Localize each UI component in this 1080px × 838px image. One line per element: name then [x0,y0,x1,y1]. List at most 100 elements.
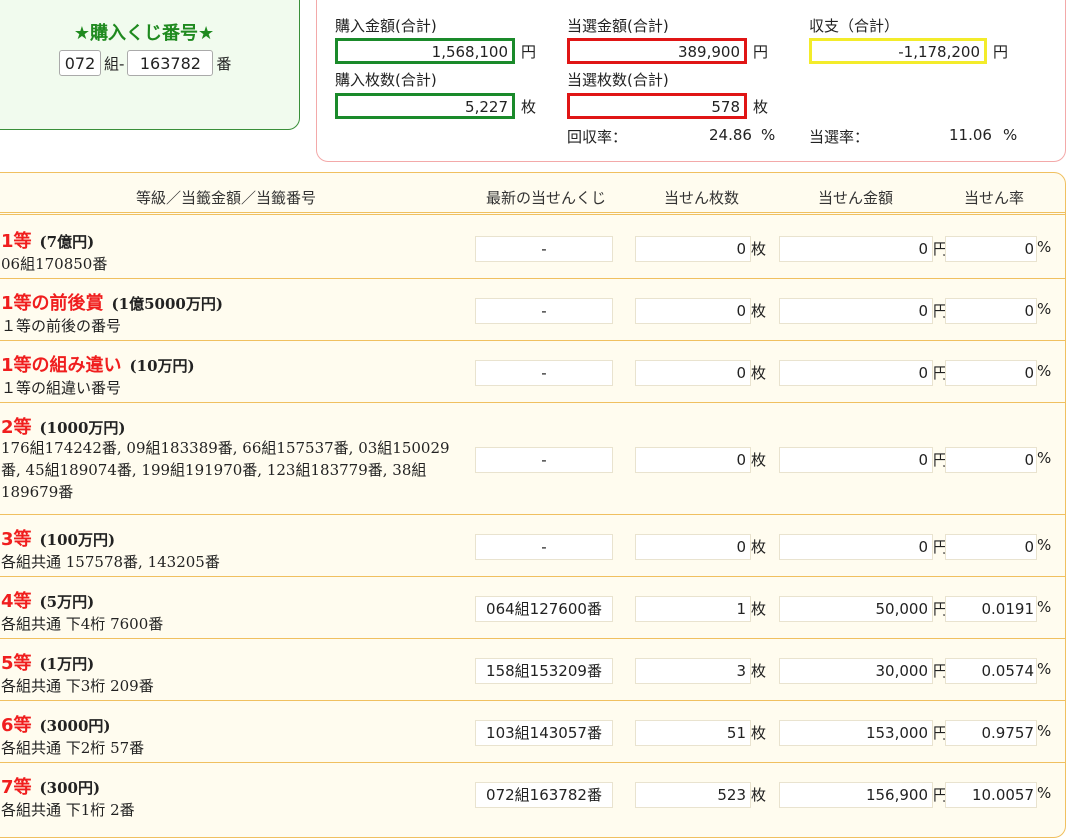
number-suffix: 番 [216,54,232,73]
purchase-count-label: 購入枚数(合計) [335,71,437,89]
grade-label: 2等 [1,417,32,438]
rate-unit: % [1037,722,1052,740]
grade-label: 7等 [1,777,32,798]
win-amount-cell: 30,000 [779,658,933,684]
summary-panel: 購入金額(合計) 1,568,100 円 購入枚数(合計) 5,227 枚 当選… [316,0,1066,162]
win-rate-value: 11.06 [949,126,992,144]
win-amount-cell: 0 [779,236,933,262]
win-rate-cell: 0 [945,236,1037,262]
rate-unit: % [1037,449,1052,467]
count-unit: 枚 [751,302,767,320]
prize-amount: (7億円) [39,233,95,251]
win-amount-field: 389,900 [567,38,747,64]
win-count-cell: 0 [635,534,751,560]
table-row: 1等の組み違い (10万円) １等の組違い番号 - 0 枚 0 円 0 % [0,341,1065,403]
win-amount-unit: 円 [753,43,769,61]
prize-amount: (3000円) [39,717,111,735]
winning-number: 各組共通 下3桁 209番 [1,677,154,695]
prize-amount: (10万円) [129,357,195,375]
ticket-number-row: 072 組- 163782 番 [59,49,231,77]
win-amount-cell: 0 [779,447,933,473]
header-latest: 最新の当せんくじ [486,189,607,207]
prize-amount: (5万円) [39,593,95,611]
return-rate-unit: % [761,126,776,144]
win-count-cell: 0 [635,236,751,262]
win-count-field: 578 [567,93,747,119]
group-suffix: 組- [104,54,125,73]
return-rate-value: 24.86 [709,126,752,144]
win-count-cell: 0 [635,298,751,324]
table-row: 4等 (5万円) 各組共通 下4桁 7600番 064組127600番 1 枚 5… [0,577,1065,639]
prize-amount: (300円) [39,779,101,797]
purchase-count-field: 5,227 [335,93,515,119]
grade-label: 3等 [1,529,32,550]
purchase-amount-field: 1,568,100 [335,38,515,64]
latest-ticket-cell: - [475,534,613,560]
purchase-amount-label: 購入金額(合計) [335,17,437,35]
rate-unit: % [1037,660,1052,678]
win-count-cell: 3 [635,658,751,684]
grade-label: 1等の前後賞 [1,293,104,314]
count-unit: 枚 [751,240,767,258]
results-table: 等級／当籤金額／当籤番号 最新の当せんくじ 当せん枚数 当せん金額 当せん率 1… [0,172,1066,838]
count-unit: 枚 [751,662,767,680]
table-row: 1等の前後賞 (1億5000万円) １等の前後の番号 - 0 枚 0 円 0 % [0,279,1065,341]
win-amount-cell: 153,000 [779,720,933,746]
latest-ticket-cell: 103組143057番 [475,720,613,746]
winning-number: 176組174242番, 09組183389番, 66組157537番, 03組… [1,439,450,501]
win-amount-label: 当選金額(合計) [567,17,669,35]
purchase-amount-unit: 円 [521,43,537,61]
latest-ticket-cell: - [475,360,613,386]
purchase-count-unit: 枚 [521,98,537,116]
win-count-cell: 0 [635,447,751,473]
count-unit: 枚 [751,538,767,556]
rate-unit: % [1037,300,1052,318]
table-row: 6等 (3000円) 各組共通 下2桁 57番 103組143057番 51 枚 … [0,701,1065,763]
count-unit: 枚 [751,451,767,469]
rate-unit: % [1037,784,1052,802]
win-rate-cell: 0.0574 [945,658,1037,684]
win-count-label: 当選枚数(合計) [567,71,669,89]
win-rate-unit: % [1003,126,1018,144]
latest-ticket-cell: 064組127600番 [475,596,613,622]
prize-amount: (1万円) [39,655,95,673]
group-number-field[interactable]: 072 [59,50,101,76]
latest-ticket-cell: - [475,236,613,262]
count-unit: 枚 [751,364,767,382]
table-row: 7等 (300円) 各組共通 下1桁 2番 072組163782番 523 枚 1… [0,763,1065,825]
balance-unit: 円 [993,43,1009,61]
win-amount-cell: 0 [779,360,933,386]
latest-ticket-cell: 158組153209番 [475,658,613,684]
table-row: 5等 (1万円) 各組共通 下3桁 209番 158組153209番 3 枚 30… [0,639,1065,701]
winning-number: 06組170850番 [1,255,108,273]
win-count-cell: 0 [635,360,751,386]
winning-number: 各組共通 下1桁 2番 [1,801,135,819]
prize-amount: (1000万円) [39,419,126,437]
grade-label: 1等 [1,231,32,252]
count-unit: 枚 [751,724,767,742]
win-rate-cell: 0 [945,360,1037,386]
win-rate-cell: 0.9757 [945,720,1037,746]
count-unit: 枚 [751,786,767,804]
header-amount: 当せん金額 [818,189,894,207]
latest-ticket-cell: 072組163782番 [475,782,613,808]
rate-unit: % [1037,238,1052,256]
winning-number: 各組共通 157578番, 143205番 [1,553,220,571]
win-count-cell: 51 [635,720,751,746]
header-rate: 当せん率 [964,189,1025,207]
win-rate-cell: 10.0057 [945,782,1037,808]
ticket-number-field[interactable]: 163782 [127,50,214,76]
table-header: 等級／当籤金額／当籤番号 最新の当せんくじ 当せん枚数 当せん金額 当せん率 [0,173,1065,215]
win-rate-cell: 0 [945,298,1037,324]
winning-number: 各組共通 下2桁 57番 [1,739,145,757]
rate-unit: % [1037,536,1052,554]
balance-field: -1,178,200 [809,38,987,64]
rate-unit: % [1037,362,1052,380]
header-count: 当せん枚数 [664,189,740,207]
latest-ticket-cell: - [475,298,613,324]
win-rate-cell: 0.0191 [945,596,1037,622]
ticket-title: ★購入くじ番号★ [73,23,215,44]
win-rate-cell: 0 [945,447,1037,473]
grade-label: 6等 [1,715,32,736]
prize-amount: (1億5000万円) [111,295,223,313]
